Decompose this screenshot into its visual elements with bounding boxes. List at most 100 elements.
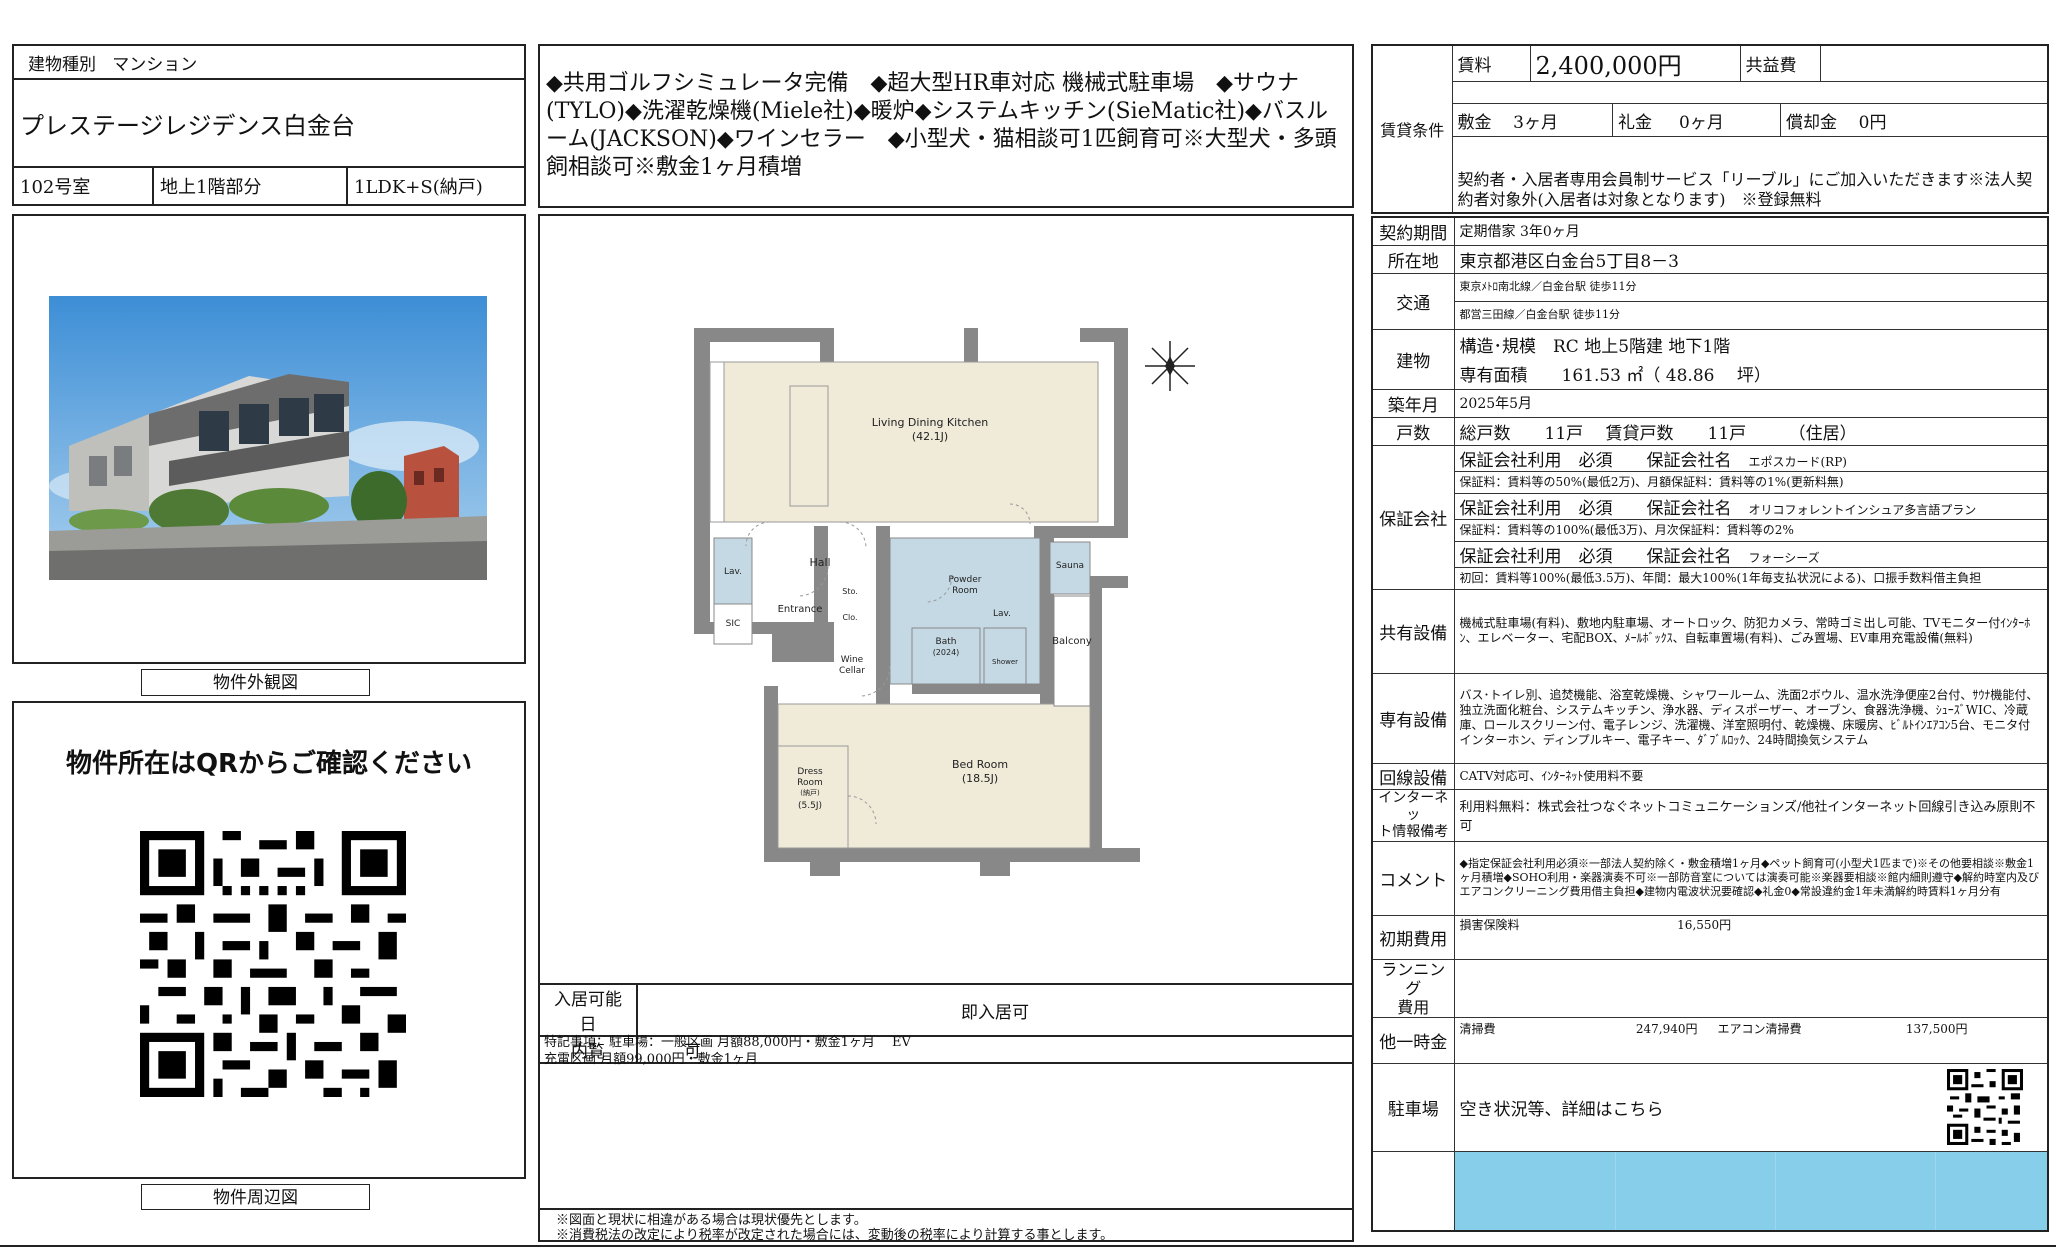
property-name: プレステージレジデンス白金台 (12, 78, 526, 168)
built-label: 築年月 (1371, 388, 1455, 418)
fp-dress-label-2: Room (797, 778, 823, 788)
key-money-value: 0ヶ月 (1679, 112, 1724, 133)
other-fee-label: 他一時金 (1371, 1016, 1455, 1064)
fp-powder-label: Powder (949, 575, 982, 585)
footer-color-block (1453, 1150, 2049, 1232)
special-note-line-2: 充電区画 月額99,000円・敷金1ヶ月 (544, 1052, 758, 1067)
deposit-value: 3ヶ月 (1513, 112, 1558, 133)
guarantee-2-text: 保証会社利用 必須 保証会社名 (1459, 498, 1732, 519)
property-header-table: 建物種別 マンション プレステージレジデンス白金台 102号室 地上1階部分 1… (12, 44, 526, 206)
fp-wine-label: Wine (841, 655, 864, 665)
fp-balcony-label: Balcony (1052, 636, 1092, 647)
guarantee-2-fee: 保証料：賃料等の100%(最低3万)、月次保証料：賃料等の2% (1453, 518, 2049, 542)
contract-label: 契約期間 (1371, 216, 1455, 246)
building-type-value: マンション (112, 54, 198, 75)
rent-value: 2,400,000円 (1529, 44, 1741, 82)
fp-dress-label: Dress (797, 767, 823, 777)
special-note-line-1: 特記事項：駐車場：一般区画 月額88,000円・敷金1ヶ月 EV (544, 1035, 911, 1050)
disclaimer-divider (538, 1208, 1354, 1210)
parking-qr-code[interactable] (1947, 1068, 2023, 1145)
floor-info: 地上1階部分 (152, 166, 348, 206)
exterior-photo (49, 296, 487, 580)
fp-dress-size: (5.5J) (798, 801, 822, 811)
fp-living-size: (42.1J) (912, 430, 948, 443)
comment-value: ◆指定保証会社利用必須※一部法人契約除く・敷金積増1ヶ月◆ペット飼育可(小型犬1… (1453, 840, 2049, 916)
initial-cost-item: 損害保険料 (1459, 917, 1520, 932)
private-facilities-value: バス･トイレ別、追焚機能、浴室乾燥機、シャワールーム、洗面2ボウル、温水洗浄便座… (1453, 672, 2049, 764)
guarantee-2-name: オリコフォレントインシュア多言語プラン (1748, 502, 1977, 517)
qr-heading: 物件所在はQRからご確認ください (65, 749, 473, 779)
guarantee-1-text: 保証会社利用 必須 保証会社名 (1459, 450, 1732, 471)
initial-cost-label: 初期費用 (1371, 914, 1455, 960)
floor-plan: Living Dining Kitchen (42.1J) Hall Lav. … (694, 328, 1140, 876)
features-box: ◆共用ゴルフシミュレータ完備 ◆超大型HR車対応 機械式駐車場 ◆サウナ(TYL… (538, 44, 1354, 208)
exterior-photo-caption: 物件外観図 (141, 669, 370, 696)
guarantee-3-name: フォーシーズ (1748, 550, 1820, 565)
transport-1: 東京ﾒﾄﾛ南北線／白金台駅 徒歩11分 (1453, 272, 2049, 302)
fp-shower-label: Shower (992, 658, 1018, 666)
structure-value: 構造･規模 RC 地上5階建 地下1階 (1453, 328, 2049, 359)
property-details-table: 契約期間 定期借家 3年0ヶ月 所在地 東京都港区白金台5丁目8－3 交通 東京… (1371, 216, 2049, 1232)
fp-wine-label-2: Cellar (839, 666, 865, 676)
line-facilities-label: 回線設備 (1371, 762, 1455, 790)
internet-label-1: インターネッ (1378, 789, 1449, 823)
transport-2: 都営三田線／白金台駅 徒歩11分 (1453, 300, 2049, 330)
comment-label: コメント (1371, 840, 1455, 916)
amortization-label: 償却金 (1786, 112, 1837, 133)
fp-sto-label: Sto. (842, 587, 858, 596)
fp-bath-label: Bath (936, 637, 957, 647)
ac-cleaning-amount: 137,500円 (1905, 1021, 1968, 1036)
rent-label: 賃料 (1451, 44, 1531, 82)
floorplan-frame: Living Dining Kitchen (42.1J) Hall Lav. … (538, 214, 1354, 1242)
move-in-value: 即入居可 (636, 983, 1354, 1037)
move-in-label: 入居可能日 (538, 983, 638, 1037)
layout-type: 1LDK+S(納戸) (346, 166, 526, 206)
disclaimer-line-2: ※消費税法の改定により税率が改定された場合には、変動後の税率により計算する事とし… (556, 1228, 1114, 1243)
fp-lav2-label: Lav. (993, 609, 1011, 619)
running-cost-label-1: ランニング (1381, 959, 1446, 998)
room-number: 102号室 (12, 166, 154, 206)
contract-value: 定期借家 3年0ヶ月 (1453, 216, 2049, 246)
guarantee-1-fee: 保証料：賃料等の50%(最低2万)、月額保証料：賃料等の1%(更新料無) (1453, 470, 2049, 494)
location-qr-code[interactable] (140, 831, 406, 1097)
rent-conditions-label: 賃貸条件 (1371, 44, 1453, 213)
internet-value: 利用料無料：株式会社つなぐネットコミュニケーションズ/他社インターネット回線引き… (1453, 788, 2049, 842)
fp-bed-label: Bed Room (952, 758, 1008, 771)
fp-living-label: Living Dining Kitchen (872, 416, 989, 429)
fp-bed-size: (18.5J) (962, 772, 998, 785)
address-value: 東京都港区白金台5丁目8－3 (1453, 244, 2049, 274)
page-bottom-rule (0, 1245, 2056, 1247)
map-caption: 物件周辺図 (141, 1184, 370, 1210)
fp-lav-label: Lav. (724, 567, 742, 577)
guarantee-3-fee: 初回：賃料等100%(最低3.5万)、年間：最大100%(1年毎支払状況による)… (1453, 566, 2049, 590)
address-label: 所在地 (1371, 244, 1455, 274)
amortization-value: 0円 (1858, 112, 1887, 133)
units-value: 総戸数 11戸 賃貸戸数 11戸 （住居） (1453, 416, 2049, 446)
building-type-label: 建物種別 (28, 54, 96, 75)
fp-clo-label: Clo. (842, 613, 857, 622)
exterior-photo-frame (12, 214, 526, 664)
initial-cost-amount: 16,550円 (1677, 917, 1732, 932)
dress-room-area (777, 745, 849, 849)
deposit-label: 敷金 (1457, 112, 1492, 133)
fp-dress-label-3: (納戸) (800, 788, 820, 797)
guarantee-1-name: エポスカード(RP) (1748, 454, 1847, 469)
shared-facilities-label: 共有設備 (1371, 588, 1455, 674)
membership-note: 契約者・入居者専用会員制サービス「リーブル」にご加入いただきます※法人契約者対象… (1451, 136, 2049, 213)
parking-link-text[interactable]: 空き状況等、詳細はこちら (1460, 1100, 1664, 1120)
parking-label: 駐車場 (1371, 1062, 1455, 1152)
line-facilities-value: CATV対応可、ｲﾝﾀｰﾈｯﾄ使用料不要 (1453, 762, 2049, 790)
fp-powder-label-2: Room (952, 586, 978, 596)
cleaning-fee-amount: 247,940円 (1635, 1021, 1698, 1036)
private-facilities-label: 専有設備 (1371, 672, 1455, 764)
map-qr-frame: 物件所在はQRからご確認ください (12, 701, 526, 1179)
units-label: 戸数 (1371, 416, 1455, 446)
fp-entrance-label: Entrance (778, 604, 823, 615)
north-compass-icon (1145, 341, 1195, 391)
common-fee-label: 共益費 (1739, 44, 1821, 82)
cleaning-fee-label: 清掃費 (1459, 1021, 1496, 1036)
features-text: ◆共用ゴルフシミュレータ完備 ◆超大型HR車対応 機械式駐車場 ◆サウナ(TYL… (546, 71, 1337, 180)
internet-label-2: ト情報備考 (1378, 823, 1449, 840)
guarantee-3-text: 保証会社利用 必須 保証会社名 (1459, 546, 1732, 567)
fp-sauna-label: Sauna (1056, 561, 1084, 571)
